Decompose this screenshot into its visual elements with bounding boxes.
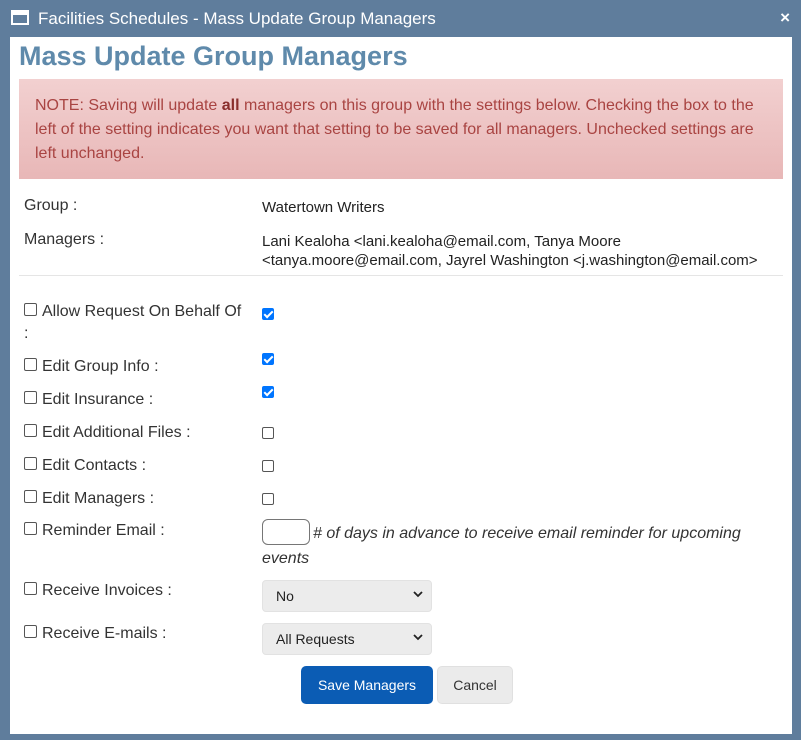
managers-label: Managers : [24, 231, 105, 248]
edit-insurance-value-checkbox[interactable] [262, 386, 274, 398]
setting-label: Edit Group Info : [42, 358, 159, 375]
note-alert: NOTE: Saving will update all managers on… [19, 79, 783, 179]
group-value: Watertown Writers [262, 199, 385, 216]
include-checkbox[interactable] [24, 303, 37, 317]
window-title: Facilities Schedules - Mass Update Group… [38, 9, 436, 28]
edit-managers-value-checkbox[interactable] [262, 493, 274, 505]
reminder-note: # of days in advance to receive email re… [262, 525, 741, 567]
receive-emails-select[interactable]: All Requests [262, 623, 432, 655]
setting-label: Receive Invoices : [42, 582, 172, 599]
save-managers-button[interactable]: Save Managers [301, 666, 433, 704]
allow-request-value-checkbox[interactable] [262, 308, 274, 320]
reminder-days-input[interactable] [262, 519, 310, 545]
divider [19, 275, 783, 276]
setting-label: Edit Contacts : [42, 457, 147, 474]
setting-receive-emails[interactable]: Receive E-mails : [24, 623, 166, 645]
window-icon [11, 10, 29, 25]
edit-additional-files-value-checkbox[interactable] [262, 427, 274, 439]
setting-edit-managers[interactable]: Edit Managers : [24, 488, 154, 510]
cancel-button[interactable]: Cancel [437, 666, 513, 704]
include-checkbox[interactable] [24, 391, 37, 405]
close-icon[interactable]: × [780, 8, 790, 28]
setting-label: Edit Insurance : [42, 391, 154, 408]
select-value: No [276, 588, 294, 604]
setting-label: Edit Additional Files : [42, 424, 191, 441]
chevron-down-icon [413, 591, 423, 598]
setting-edit-contacts[interactable]: Edit Contacts : [24, 455, 146, 477]
note-prefix: NOTE: Saving will update [35, 97, 222, 114]
edit-group-info-value-checkbox[interactable] [262, 353, 274, 365]
setting-edit-additional-files[interactable]: Edit Additional Files : [24, 422, 191, 444]
group-label: Group : [24, 197, 78, 214]
include-checkbox[interactable] [24, 358, 37, 372]
setting-allow-request-on-behalf[interactable]: Allow Request On Behalf Of : [24, 301, 244, 345]
setting-edit-group-info[interactable]: Edit Group Info : [24, 356, 159, 378]
select-value: All Requests [276, 631, 355, 647]
include-checkbox[interactable] [24, 457, 37, 471]
setting-edit-insurance[interactable]: Edit Insurance : [24, 389, 153, 411]
include-checkbox[interactable] [24, 522, 37, 536]
setting-label: Allow Request On Behalf Of : [24, 303, 242, 342]
edit-contacts-value-checkbox[interactable] [262, 460, 274, 472]
setting-reminder-email[interactable]: Reminder Email : [24, 520, 165, 542]
page-title: Mass Update Group Managers [19, 41, 408, 71]
managers-value: Lani Kealoha <lani.kealoha@email.com, Ta… [262, 233, 758, 269]
include-checkbox[interactable] [24, 424, 37, 438]
mass-update-dialog: Facilities Schedules - Mass Update Group… [0, 0, 801, 740]
include-checkbox[interactable] [24, 625, 37, 639]
receive-invoices-select[interactable]: No [262, 580, 432, 612]
chevron-down-icon [413, 634, 423, 641]
setting-label: Receive E-mails : [42, 625, 167, 642]
setting-receive-invoices[interactable]: Receive Invoices : [24, 580, 172, 602]
include-checkbox[interactable] [24, 582, 37, 596]
note-bold: all [221, 97, 240, 114]
include-checkbox[interactable] [24, 490, 37, 504]
title-bar[interactable]: Facilities Schedules - Mass Update Group… [1, 1, 800, 37]
setting-label: Edit Managers : [42, 490, 155, 507]
setting-label: Reminder Email : [42, 522, 165, 539]
dialog-content: Mass Update Group Managers NOTE: Saving … [10, 37, 792, 734]
